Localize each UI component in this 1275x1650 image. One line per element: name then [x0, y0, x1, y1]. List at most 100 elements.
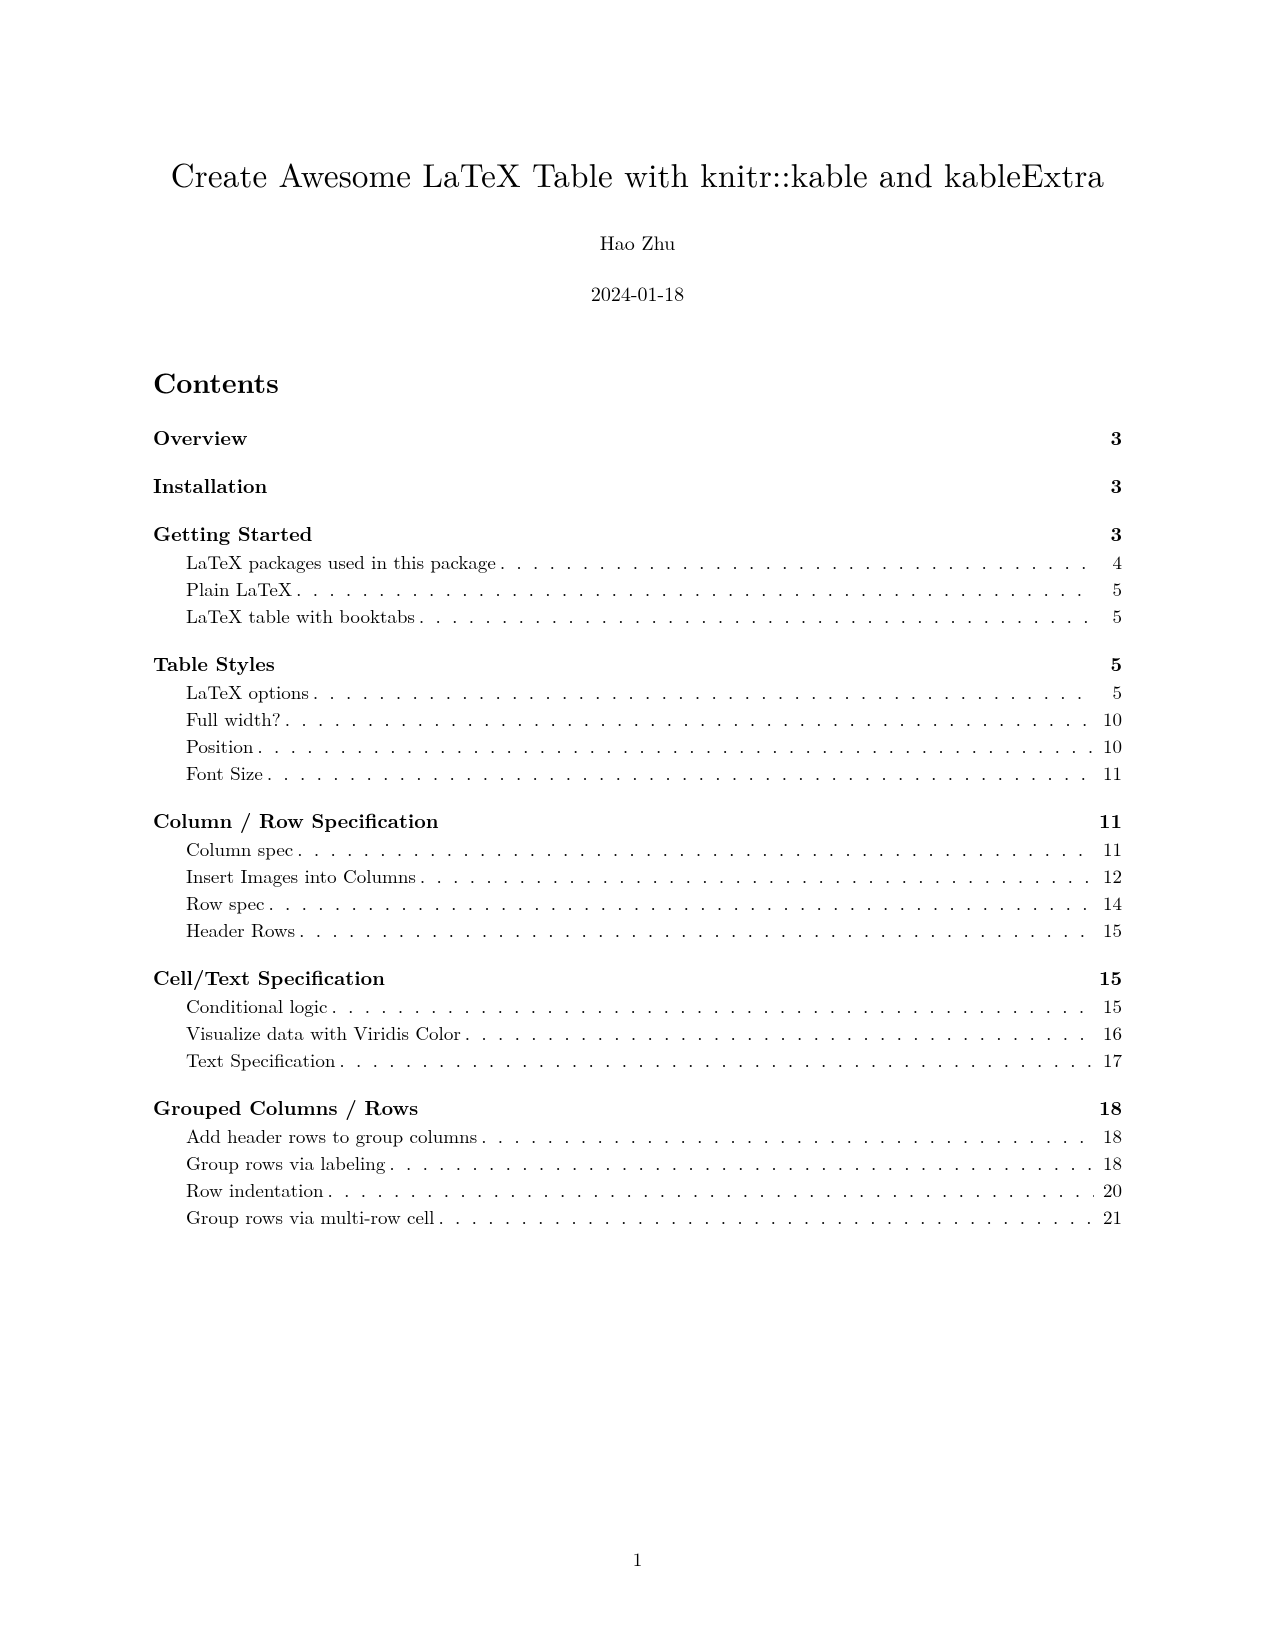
toc-leader-dots [389, 1153, 1094, 1172]
toc-sub-label: Add header rows to group columns [186, 1126, 477, 1145]
toc-sub-row[interactable]: LaTeX packages used in this package 4 [186, 552, 1122, 571]
toc-section: Grouped Columns / Rows18Add header rows … [153, 1097, 1122, 1226]
toc-sub-label: Font Size [186, 763, 263, 782]
toc-sub-row[interactable]: Add header rows to group columns 18 [186, 1126, 1122, 1145]
toc-sub-page: 18 [1098, 1153, 1122, 1172]
toc-sub-page: 15 [1098, 996, 1122, 1015]
toc-sub-label: Group rows via multi-row cell [186, 1207, 434, 1226]
toc-sub-page: 16 [1098, 1023, 1122, 1042]
toc-sub-label: Row indentation [186, 1180, 324, 1199]
toc-section-row[interactable]: Overview 3 [153, 427, 1122, 447]
contents-heading: Contents [153, 362, 1122, 402]
toc-leader-dots [313, 682, 1094, 701]
toc-sub-page: 18 [1098, 1126, 1122, 1145]
toc-sub-page: 21 [1098, 1207, 1122, 1226]
toc-sub-label: Row spec [186, 893, 264, 912]
document-date: 2024-01-18 [153, 278, 1122, 307]
toc-sub-row[interactable]: LaTeX table with booktabs5 [186, 606, 1122, 625]
toc-section-label: Cell/Text Specification [153, 967, 385, 987]
toc-sub-row[interactable]: Text Specification 17 [186, 1050, 1122, 1069]
toc-leader-dots [285, 709, 1094, 728]
toc-leader-dots [297, 839, 1094, 858]
toc-sub-row[interactable]: Position 10 [186, 736, 1122, 755]
toc-section-page: 18 [1098, 1097, 1122, 1117]
toc-sub-label: Group rows via labeling [186, 1153, 385, 1172]
toc-sub-row[interactable]: Header Rows 15 [186, 920, 1122, 939]
toc-sub-label: Column spec [186, 839, 293, 858]
toc-section: Table Styles 5 LaTeX options 5 Full width? 10… [153, 653, 1122, 782]
toc-section: Installation 3 [153, 475, 1122, 495]
toc-sub-label: LaTeX packages used in this package [186, 552, 496, 571]
toc-sub-row[interactable]: Row spec 14 [186, 893, 1122, 912]
toc-sub-page: 10 [1098, 709, 1122, 728]
toc-sub-row[interactable]: Full width? 10 [186, 709, 1122, 728]
toc-leader-dots [420, 866, 1094, 885]
toc-sub-row[interactable]: Group rows via labeling 18 [186, 1153, 1122, 1172]
toc-leader-dots [268, 893, 1094, 912]
toc-sub-page: 10 [1098, 736, 1122, 755]
toc-sub-page: 4 [1098, 552, 1122, 571]
toc-sub-label: Position [186, 736, 253, 755]
toc-section-row[interactable]: Grouped Columns / Rows 18 [153, 1097, 1122, 1117]
toc-sub-page: 17 [1098, 1050, 1122, 1069]
toc-sub-row[interactable]: Font Size 11 [186, 763, 1122, 782]
toc-section-label: Installation [153, 475, 267, 495]
toc-sub-row[interactable]: Visualize data with Viridis Color 16 [186, 1023, 1122, 1042]
toc-section-page: 15 [1098, 967, 1122, 987]
toc-sub-page: 5 [1098, 682, 1122, 701]
toc-leader-dots [339, 1050, 1094, 1069]
table-of-contents: Overview 3 Installation 3 Getting Started 3 La… [153, 427, 1122, 1226]
toc-section-row[interactable]: Getting Started 3 [153, 523, 1122, 543]
toc-sub-label: Header Rows [186, 920, 295, 939]
toc-sub-page: 11 [1098, 839, 1122, 858]
toc-sub-row[interactable]: Column spec 11 [186, 839, 1122, 858]
toc-sub-label: Text Specification [186, 1050, 335, 1069]
toc-section-label: Column / Row Specification [153, 810, 439, 830]
toc-leader-dots [465, 1023, 1094, 1042]
toc-section: Cell/Text Specification15Conditional log… [153, 967, 1122, 1069]
toc-sub-label: Visualize data with Viridis Color [186, 1023, 461, 1042]
toc-sub-label: Conditional logic [186, 996, 327, 1015]
toc-sub-row[interactable]: Row indentation 20 [186, 1180, 1122, 1199]
toc-section-label: Overview [153, 427, 247, 447]
toc-section-page: 3 [1098, 475, 1122, 495]
toc-section-page: 5 [1098, 653, 1122, 673]
toc-sub-page: 5 [1098, 579, 1122, 598]
toc-section-row[interactable]: Cell/Text Specification 15 [153, 967, 1122, 987]
toc-section-row[interactable]: Column / Row Specification 11 [153, 810, 1122, 830]
toc-section-label: Table Styles [153, 653, 275, 673]
document-author: Hao Zhu [153, 227, 1122, 256]
toc-sub-label: LaTeX options [186, 682, 309, 701]
toc-sub-page: 15 [1098, 920, 1122, 939]
toc-section-row[interactable]: Installation 3 [153, 475, 1122, 495]
toc-sub-row[interactable]: Insert Images into Columns12 [186, 866, 1122, 885]
toc-sub-row[interactable]: Plain LaTeX 5 [186, 579, 1122, 598]
toc-sub-page: 20 [1098, 1180, 1122, 1199]
toc-leader-dots [267, 763, 1094, 782]
toc-sub-label: Plain LaTeX [186, 579, 292, 598]
toc-section-row[interactable]: Table Styles 5 [153, 653, 1122, 673]
toc-section-page: 3 [1098, 427, 1122, 447]
toc-section-page: 11 [1098, 810, 1122, 830]
toc-leader-dots [299, 920, 1094, 939]
toc-section-label: Getting Started [153, 523, 312, 543]
toc-leader-dots [481, 1126, 1094, 1145]
toc-sub-label: Full width? [186, 709, 281, 728]
toc-leader-dots [328, 1180, 1094, 1199]
toc-section-page: 3 [1098, 523, 1122, 543]
toc-sub-page: 11 [1098, 763, 1122, 782]
toc-section: Overview 3 [153, 427, 1122, 447]
toc-leader-dots [296, 579, 1094, 598]
toc-section: Column / Row Specification 11 Column spec 1… [153, 810, 1122, 939]
toc-sub-row[interactable]: Group rows via multi-row cell 21 [186, 1207, 1122, 1226]
toc-sub-row[interactable]: LaTeX options 5 [186, 682, 1122, 701]
toc-leader-dots [331, 996, 1094, 1015]
toc-sub-row[interactable]: Conditional logic 15 [186, 996, 1122, 1015]
toc-sub-page: 14 [1098, 893, 1122, 912]
toc-section-label: Grouped Columns / Rows [153, 1097, 418, 1117]
toc-section: Getting Started 3 LaTeX packages used in t… [153, 523, 1122, 625]
toc-leader-dots [438, 1207, 1094, 1226]
toc-leader-dots [500, 552, 1094, 571]
page-number: 1 [0, 1545, 1275, 1572]
toc-sub-page: 12 [1098, 866, 1122, 885]
